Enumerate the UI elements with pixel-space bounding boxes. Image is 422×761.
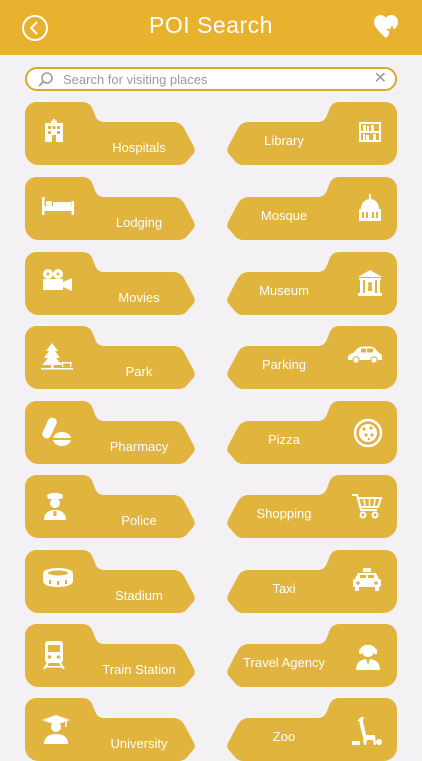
category-label: Parking (261, 357, 307, 372)
category-label: Lodging (115, 215, 163, 230)
category-label: Police (121, 513, 157, 528)
category-label: Stadium (115, 588, 163, 603)
bed-icon (41, 193, 75, 222)
giraffe-icon (351, 715, 383, 752)
category-lodging[interactable]: Lodging (25, 177, 195, 240)
category-label: Pizza (268, 432, 300, 447)
heart-star-icon (374, 15, 398, 38)
clear-icon[interactable]: ✕ (374, 69, 387, 89)
category-police[interactable]: Police (25, 475, 195, 538)
graduate-icon (41, 714, 71, 749)
category-library[interactable]: Library (227, 102, 397, 165)
category-label: Museum (259, 283, 309, 298)
category-parking[interactable]: Parking (227, 326, 397, 389)
category-zoo[interactable]: Zoo (227, 698, 397, 761)
search-input[interactable] (63, 70, 363, 88)
tree-icon (41, 342, 73, 375)
category-label: Mosque (260, 208, 308, 223)
category-mosque[interactable]: Mosque (227, 177, 397, 240)
mosque-icon (357, 194, 383, 227)
museum-icon (357, 269, 383, 302)
category-university[interactable]: University (25, 698, 195, 761)
category-shopping[interactable]: Shopping (227, 475, 397, 538)
category-label: Hospitals (112, 140, 166, 155)
category-label: Travel Agency (243, 655, 325, 670)
film-camera-icon (41, 268, 73, 299)
category-travel-agency[interactable]: Travel Agency (227, 624, 397, 687)
category-pharmacy[interactable]: Pharmacy (25, 401, 195, 464)
category-museum[interactable]: Museum (227, 252, 397, 315)
favorites-button[interactable] (373, 14, 401, 40)
train-icon (41, 640, 67, 675)
library-icon (357, 119, 383, 150)
stadium-icon (41, 566, 75, 597)
hospital-icon (41, 118, 67, 149)
search-icon (38, 72, 53, 87)
category-movies[interactable]: Movies (25, 252, 195, 315)
category-park[interactable]: Park (25, 326, 195, 389)
category-label: Park (125, 364, 153, 379)
category-label: Movies (118, 290, 160, 305)
taxi-icon (351, 567, 383, 598)
policeman-icon (41, 491, 69, 526)
travel-agent-icon (353, 641, 383, 676)
app-header: POI Search (0, 0, 422, 55)
category-train-station[interactable]: Train Station (25, 624, 195, 687)
page-title: POI Search (149, 12, 273, 38)
category-label: Library (264, 133, 304, 148)
car-icon (347, 343, 383, 370)
category-taxi[interactable]: Taxi (227, 550, 397, 613)
pills-icon (41, 417, 73, 454)
category-label: Train Station (102, 662, 176, 677)
search-bar[interactable]: ✕ (25, 67, 397, 91)
category-label: Zoo (272, 729, 296, 744)
category-label: Shopping (256, 506, 312, 521)
category-stadium[interactable]: Stadium (25, 550, 195, 613)
category-label: Pharmacy (109, 439, 169, 454)
shopping-cart-icon (351, 492, 383, 525)
pizza-icon (353, 418, 383, 453)
category-label: Taxi (272, 581, 296, 596)
category-hospitals[interactable]: Hospitals (25, 102, 195, 165)
category-label: University (110, 736, 168, 751)
category-pizza[interactable]: Pizza (227, 401, 397, 464)
